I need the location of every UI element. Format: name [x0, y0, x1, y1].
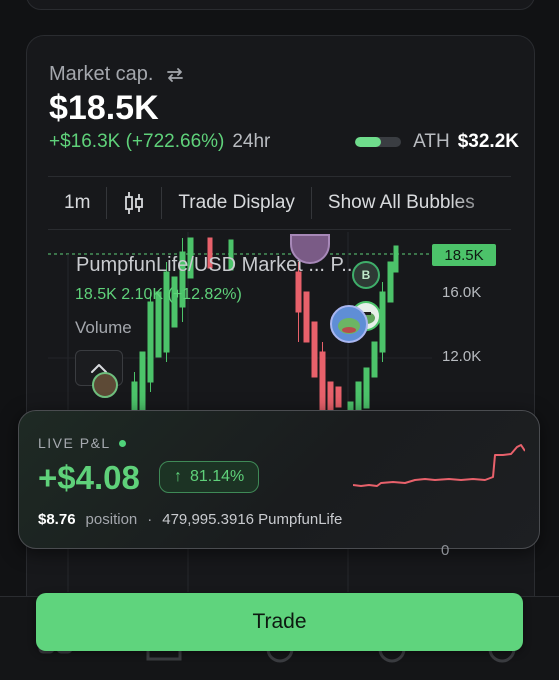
pnl-percent: 81.14% [190, 468, 245, 485]
position-label: position [85, 511, 138, 528]
volume-label: Volume [75, 318, 132, 337]
token-amount: 479,995.3916 PumpfunLife [162, 511, 343, 528]
position-value: $8.76 [38, 511, 76, 528]
ath-label: ATH [413, 131, 450, 152]
chart-stats: 18.5K 2.10K (+12.82%) [75, 286, 242, 303]
toolbar-fade [451, 177, 511, 229]
arrow-up-icon: ↑ [174, 468, 182, 485]
candle [311, 321, 318, 378]
candle [355, 381, 362, 413]
live-indicator-dot [118, 439, 126, 447]
y-axis-zero-label: 0 [441, 542, 450, 559]
live-pnl-card[interactable]: LIVE P&L +$4.08 ↑ 81.14% $8.76 position … [18, 410, 540, 549]
buy-bubble[interactable]: B [352, 261, 380, 289]
ath-value: $32.2K [457, 131, 519, 152]
trade-display-toggle[interactable]: Trade Display [162, 177, 311, 229]
pnl-label: LIVE P&L [38, 435, 111, 451]
current-price-tag: 18.5K [432, 244, 496, 266]
change-value: +$16.3K (+722.66%) [49, 131, 225, 152]
trader-avatar-bubble-small[interactable] [92, 372, 118, 398]
y-axis-label: 12.0K [442, 348, 482, 365]
candle [303, 291, 310, 343]
y-axis-label: 16.0K [442, 284, 482, 301]
candle [363, 367, 370, 409]
candle [393, 245, 399, 273]
pnl-footer: $8.76 position · 479,995.3916 PumpfunLif… [38, 511, 342, 528]
trade-button[interactable]: Trade [36, 593, 523, 651]
candle [371, 341, 378, 378]
frog-icon [338, 318, 360, 334]
pnl-value: +$4.08 [38, 459, 140, 496]
candle [387, 261, 394, 303]
pnl-sparkline [353, 444, 525, 487]
market-cap-label: Market cap. [49, 63, 154, 85]
change-period: 24hr [232, 131, 271, 152]
previous-card [26, 0, 535, 10]
pnl-percent-badge: ↑ 81.14% [159, 461, 260, 493]
candlestick-icon [125, 192, 144, 214]
ath-progress-bar [355, 137, 402, 147]
chart-toolbar: 1m Trade Display Show All Bubbles [48, 176, 511, 230]
ath-progress-fill [355, 137, 382, 147]
swap-icon[interactable] [165, 65, 185, 85]
market-cap-header: Market cap. [49, 63, 185, 86]
market-cap-value: $18.5K [49, 89, 159, 127]
change-row: +$16.3K (+722.66%) 24hr ATH $32.2K [49, 131, 519, 153]
candlestick-toggle[interactable] [107, 177, 161, 229]
pepe-avatar-bubble-large[interactable] [330, 305, 368, 343]
separator-dot: · [147, 511, 153, 528]
candle [335, 386, 342, 408]
candle [139, 351, 146, 413]
interval-selector[interactable]: 1m [48, 177, 106, 229]
pnl-header: LIVE P&L [38, 435, 126, 451]
